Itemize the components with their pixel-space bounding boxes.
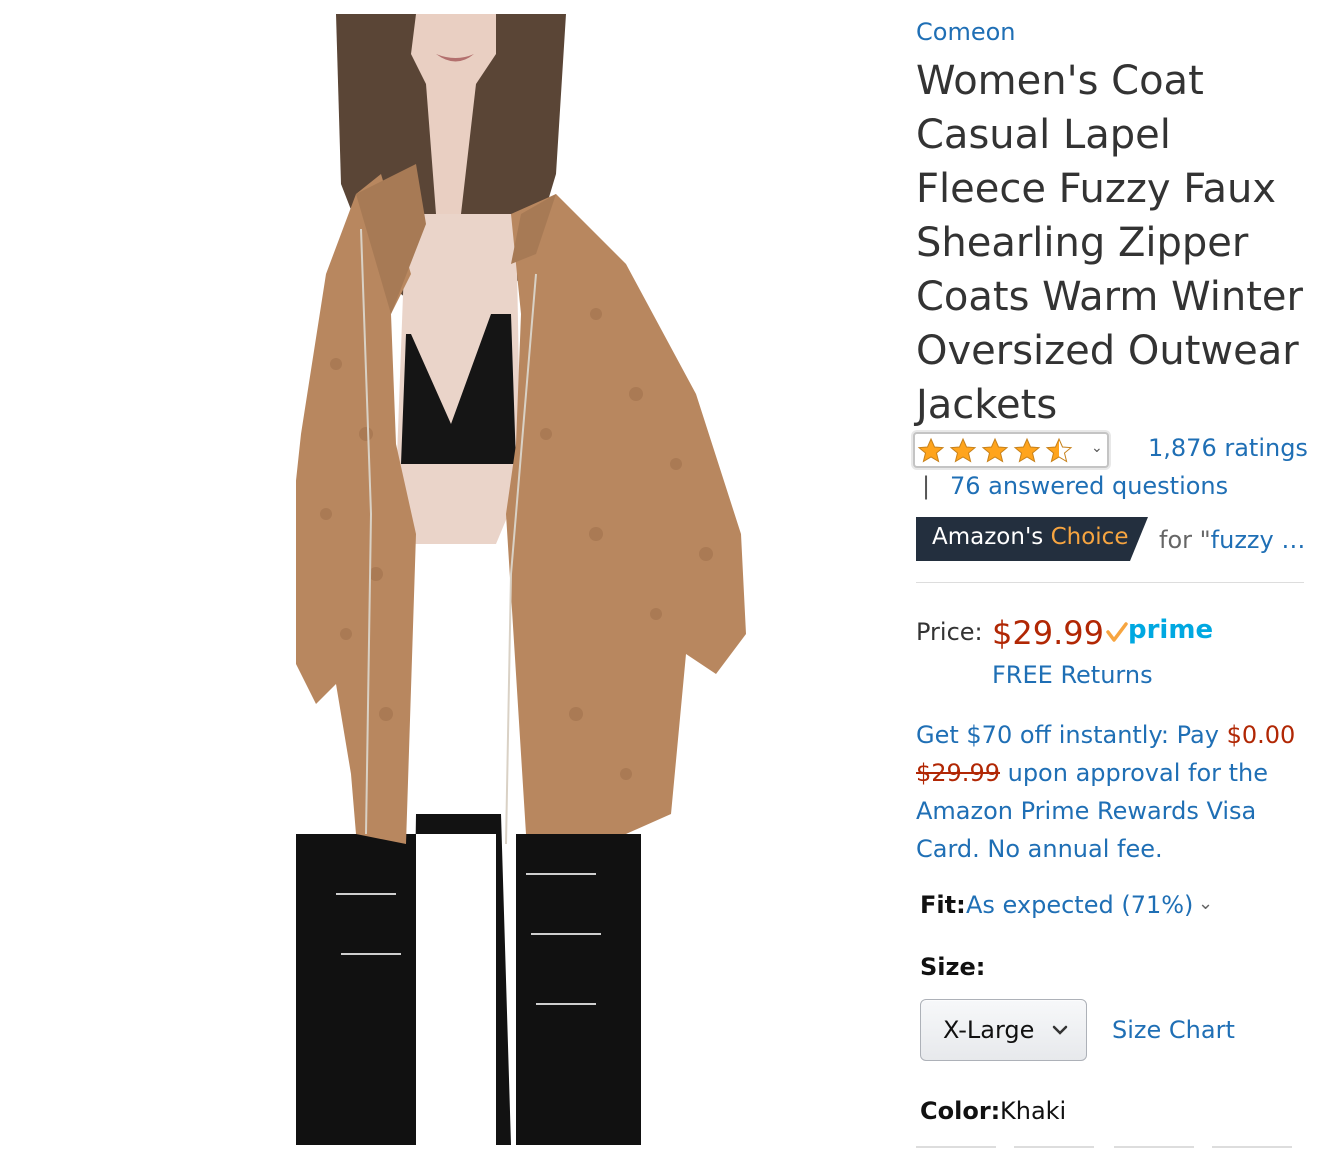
brand-link[interactable]: Comeon [916, 18, 1015, 46]
free-returns-link[interactable]: FREE Returns [992, 661, 1153, 689]
product-title: Women's Coat Casual Lapel Fleece Fuzzy F… [916, 58, 1303, 428]
choice-query-link[interactable]: fuzzy … [1211, 526, 1306, 554]
amazons-choice-label: Amazon's Choice [932, 524, 1128, 550]
badge-choice-text: Choice [1050, 524, 1129, 550]
size-selected-value: X-Large [943, 1016, 1035, 1044]
product-image[interactable] [296, 14, 751, 1145]
size-label: Size: [920, 953, 986, 981]
color-value: Khaki [1000, 1097, 1067, 1125]
chevron-down-icon: ⌄ [1091, 440, 1103, 456]
star-rating-dropdown[interactable]: ⌄ [913, 432, 1109, 468]
star-rating-icon [918, 438, 1072, 462]
color-swatch[interactable] [1212, 1146, 1292, 1154]
color-swatch[interactable] [1114, 1146, 1194, 1154]
price-label: Price: [916, 618, 983, 646]
fit-value-link[interactable]: As expected (71%) [966, 891, 1193, 919]
price-value: $29.99 [992, 614, 1104, 652]
size-chart-link[interactable]: Size Chart [1112, 1016, 1235, 1044]
offer-struck-price: $29.99 [916, 759, 1000, 787]
fit-label: Fit: [920, 891, 966, 919]
size-select[interactable]: X-Large [920, 999, 1087, 1061]
separator: | [922, 472, 931, 500]
badge-amazon-text: Amazon's [932, 524, 1044, 550]
color-label: Color: [920, 1097, 1001, 1125]
ratings-count-link[interactable]: 1,876 ratings [1148, 434, 1308, 462]
prime-text: prime [1128, 615, 1213, 645]
chevron-down-icon [1052, 1025, 1068, 1035]
choice-for-query[interactable]: for "fuzzy … [1159, 526, 1309, 554]
divider [916, 582, 1304, 583]
offer-pay-amount: $0.00 [1226, 721, 1296, 749]
offer-line1: Get $70 off instantly: Pay [916, 721, 1227, 749]
chevron-down-icon[interactable]: ⌄ [1198, 893, 1213, 914]
choice-for-prefix: for " [1159, 526, 1211, 554]
color-swatch[interactable] [1014, 1146, 1094, 1154]
color-swatch[interactable] [916, 1146, 996, 1154]
prime-card-offer[interactable]: Get $70 off instantly: Pay $0.00 $29.99 … [916, 716, 1306, 868]
prime-logo-icon[interactable]: prime [1106, 614, 1216, 650]
answered-questions-link[interactable]: 76 answered questions [950, 472, 1228, 500]
